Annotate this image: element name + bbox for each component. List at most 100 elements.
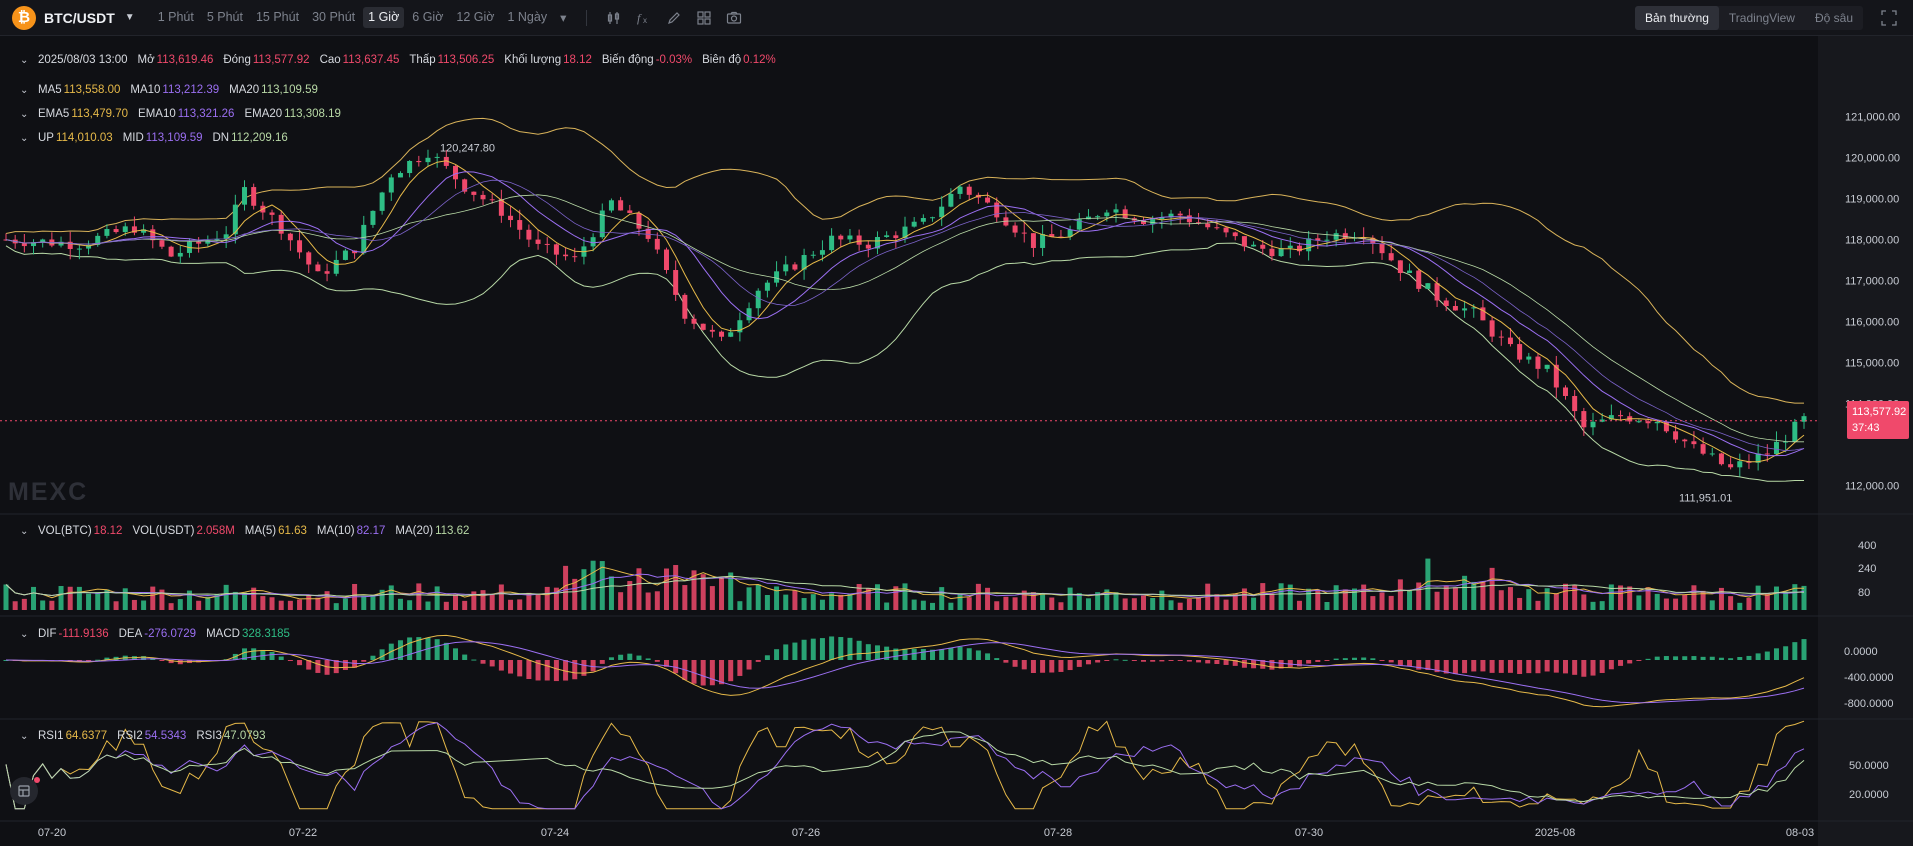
candle-body xyxy=(682,294,688,319)
macd-bar xyxy=(1085,660,1091,665)
last-price-tag: 113,577.92 37:43 xyxy=(1847,401,1909,439)
macd-bar xyxy=(462,654,468,660)
caret-down-icon[interactable]: ▼ xyxy=(125,12,135,23)
candle-body xyxy=(1260,244,1266,249)
interval-more-icon[interactable]: ▾ xyxy=(555,7,571,28)
volume-bar xyxy=(847,593,853,610)
macd-bar xyxy=(1709,656,1715,660)
interval-option[interactable]: 30 Phút xyxy=(307,7,360,28)
ohlc-legend: ⌄ 2025/08/03 13:00 Mở 113,619.46 Đóng 113,… xyxy=(20,54,786,66)
volume-bar xyxy=(1150,597,1156,610)
volume-bar xyxy=(3,584,9,610)
candle-body xyxy=(1728,464,1734,468)
macd-bar xyxy=(1627,660,1633,664)
macd-bar xyxy=(443,642,449,660)
volume-bar xyxy=(957,593,963,610)
candle-body xyxy=(709,329,715,332)
camera-icon[interactable] xyxy=(719,10,749,26)
macd-bar xyxy=(746,660,752,670)
trading-pair[interactable]: BTC/USDT xyxy=(44,10,115,26)
macd-bar xyxy=(994,658,1000,660)
chevron-down-icon[interactable]: ⌄ xyxy=(20,731,30,742)
volume-bar xyxy=(1581,594,1587,610)
volume-bar xyxy=(1507,587,1513,610)
macd-bar xyxy=(1388,660,1394,663)
draw-icon[interactable] xyxy=(659,10,689,26)
view-tab[interactable]: Độ sâu xyxy=(1805,6,1863,30)
interval-option[interactable]: 1 Ngày xyxy=(502,7,552,28)
candle-body xyxy=(407,160,413,174)
macd-bar xyxy=(1608,660,1614,670)
chevron-down-icon[interactable]: ⌄ xyxy=(20,629,30,640)
candle-body xyxy=(1379,243,1385,254)
macd-bar xyxy=(1379,660,1385,661)
candle-body xyxy=(306,252,312,265)
macd-bar xyxy=(1370,658,1376,660)
macd-bar xyxy=(251,648,257,660)
macd-bar xyxy=(1673,656,1679,660)
chevron-down-icon[interactable]: ⌄ xyxy=(20,133,30,144)
layout-grid-icon[interactable] xyxy=(689,10,719,26)
macd-bar xyxy=(755,660,761,662)
chevron-down-icon[interactable]: ⌄ xyxy=(20,526,30,537)
view-tab[interactable]: Bản thường xyxy=(1634,6,1719,30)
macd-bar xyxy=(1663,656,1669,660)
volume-axis-label: 400 xyxy=(1858,540,1876,552)
vol-ma5-label: MA(5) xyxy=(244,525,277,537)
macd-bar xyxy=(654,660,660,662)
volume-bar xyxy=(1526,589,1532,610)
interval-option[interactable]: 6 Giờ xyxy=(407,7,448,28)
macd-bar xyxy=(1269,660,1275,670)
macd-bar xyxy=(1076,660,1082,667)
volume-bar xyxy=(1517,597,1523,610)
dif-value: -111.9136 xyxy=(58,628,109,640)
macd-bar xyxy=(856,640,862,660)
macd-bar xyxy=(498,660,504,671)
interval-option[interactable]: 5 Phút xyxy=(202,7,248,28)
rsi3-label: RSI3 xyxy=(196,730,222,742)
chevron-down-icon[interactable]: ⌄ xyxy=(20,55,30,66)
interval-option[interactable]: 1 Giờ xyxy=(363,7,405,28)
volume-bar xyxy=(1177,602,1183,610)
volume-bar xyxy=(1755,585,1761,610)
candle-body xyxy=(168,246,174,257)
macd-bar xyxy=(1507,660,1513,673)
volume-bar xyxy=(1214,594,1220,610)
boll-dn-value: 112,209.16 xyxy=(231,132,288,144)
volume-bar xyxy=(122,588,128,610)
candle-body xyxy=(1278,248,1284,257)
macd-bar xyxy=(1718,657,1724,660)
macd-bar xyxy=(911,648,917,660)
macd-bar xyxy=(1168,660,1174,661)
macd-value: 328.3185 xyxy=(241,628,290,640)
macd-bar xyxy=(471,659,477,661)
close-value: 113,577.92 xyxy=(252,54,310,66)
macd-bar xyxy=(1572,660,1578,675)
candle-settings-icon[interactable] xyxy=(599,10,629,26)
volume-bar xyxy=(1067,587,1073,610)
macd-bar xyxy=(1003,660,1009,663)
macd-axis-label: -800.0000 xyxy=(1844,698,1894,710)
interval-option[interactable]: 1 Phút xyxy=(153,7,199,28)
chevron-down-icon[interactable]: ⌄ xyxy=(20,85,30,96)
candle-body xyxy=(177,252,183,257)
candle-body xyxy=(746,308,752,321)
fullscreen-icon[interactable] xyxy=(1881,10,1897,26)
volume-bar xyxy=(874,584,880,610)
view-tab[interactable]: TradingView xyxy=(1719,6,1805,30)
macd-bar xyxy=(1150,660,1156,662)
interval-option[interactable]: 15 Phút xyxy=(251,7,304,28)
candle-body xyxy=(1214,227,1220,229)
rsi3-value: 47.0793 xyxy=(223,730,266,742)
candle-body xyxy=(856,235,862,245)
date-axis-label: 07-20 xyxy=(38,827,66,839)
interval-option[interactable]: 12 Giờ xyxy=(451,7,499,28)
dif-line xyxy=(5,634,1805,708)
indicator-icon[interactable]: fx xyxy=(629,10,659,26)
chevron-down-icon[interactable]: ⌄ xyxy=(20,109,30,120)
candle-body xyxy=(618,200,624,211)
macd-bar xyxy=(297,660,303,666)
candlestick-chart[interactable]: 120,247.80 111,951.01 121,000.00 120,000.0… xyxy=(0,36,1913,846)
volume-bar xyxy=(1709,600,1715,610)
macd-bar xyxy=(1489,660,1495,673)
